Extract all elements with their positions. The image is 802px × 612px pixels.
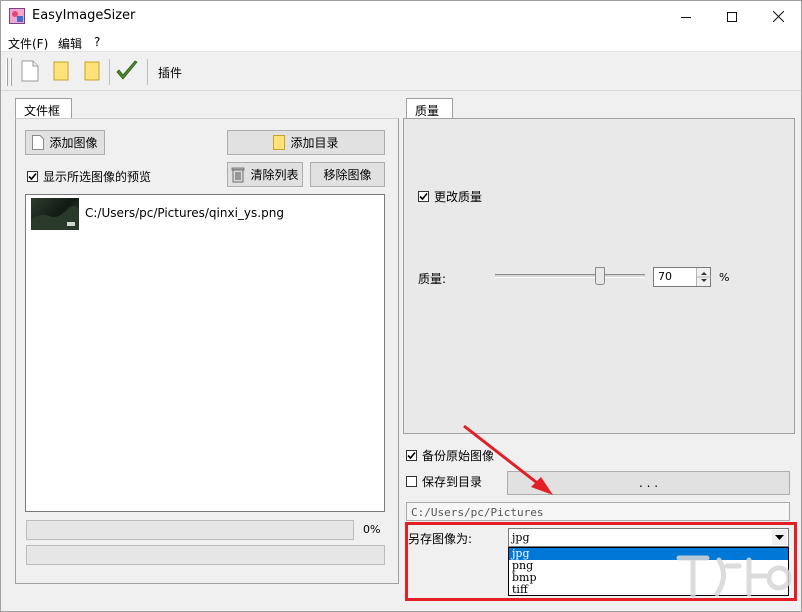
toolbar-separator-2 bbox=[147, 59, 148, 85]
backup-checkbox[interactable] bbox=[406, 450, 417, 461]
yellow-note-icon-2 bbox=[84, 61, 100, 81]
image-thumbnail bbox=[31, 198, 79, 230]
menu-edit[interactable]: 编辑 bbox=[58, 35, 82, 52]
yellow-note-icon bbox=[53, 61, 69, 81]
preview-checkbox-label: 显示所选图像的预览 bbox=[43, 170, 152, 184]
quality-unit: % bbox=[719, 271, 730, 284]
remove-image-button[interactable]: 移除图像 bbox=[310, 162, 385, 187]
watermark-logo bbox=[676, 555, 792, 599]
tab-quality-label: 质量 bbox=[415, 104, 440, 118]
new-file-icon bbox=[21, 60, 39, 82]
menu-file[interactable]: 文件(F) bbox=[8, 35, 48, 52]
minimize-icon bbox=[681, 16, 691, 18]
add-image-button[interactable]: 添加图像 bbox=[25, 130, 105, 155]
clear-list-label: 清除列表 bbox=[250, 168, 299, 182]
quality-label: 质量: bbox=[418, 272, 447, 286]
close-icon bbox=[772, 11, 784, 22]
minimize-button[interactable] bbox=[663, 1, 709, 32]
trash-icon bbox=[232, 167, 245, 182]
list-item[interactable]: C:/Users/pc/Pictures/qinxi_ys.png bbox=[26, 195, 384, 233]
directory-path-text: C:/Users/pc/Pictures bbox=[411, 506, 544, 519]
menu-help[interactable]: ? bbox=[94, 35, 100, 49]
toolbar-grip[interactable] bbox=[6, 58, 8, 86]
new-button[interactable] bbox=[17, 58, 43, 84]
quality-value[interactable]: 70 bbox=[658, 270, 672, 283]
toolbar: 插件 bbox=[1, 53, 801, 91]
run-button[interactable] bbox=[114, 58, 140, 84]
remove-image-label: 移除图像 bbox=[323, 168, 372, 182]
menu-bar: 文件(F) 编辑 ? bbox=[1, 32, 801, 52]
file-path: C:/Users/pc/Pictures/qinxi_ys.png bbox=[85, 206, 284, 220]
app-icon bbox=[9, 8, 25, 24]
add-directory-button[interactable]: 添加目录 bbox=[227, 130, 385, 155]
title-bar[interactable]: EasyImageSizer bbox=[1, 1, 801, 32]
file-icon bbox=[32, 135, 45, 150]
plugin-menu[interactable]: 插件 bbox=[158, 64, 182, 81]
checkmark-icon bbox=[407, 451, 416, 460]
quality-slider-thumb[interactable] bbox=[595, 267, 605, 285]
preview-checkbox-row[interactable]: 显示所选图像的预览 bbox=[27, 168, 151, 185]
open-image-button[interactable] bbox=[48, 58, 74, 84]
maximize-button[interactable] bbox=[709, 1, 755, 32]
clear-list-button[interactable]: 清除列表 bbox=[227, 162, 303, 187]
change-quality-row[interactable]: 更改质量 bbox=[418, 188, 482, 205]
tab-file-box[interactable]: 文件框 bbox=[15, 98, 72, 119]
toolbar-separator bbox=[109, 59, 110, 85]
add-image-label: 添加图像 bbox=[49, 136, 98, 150]
progress-bar bbox=[26, 520, 354, 540]
change-quality-label: 更改质量 bbox=[434, 190, 483, 204]
window-title: EasyImageSizer bbox=[32, 8, 136, 23]
green-check-icon bbox=[116, 60, 138, 80]
app-window: EasyImageSizer 文件(F) 编辑 ? 插件 文件框 添加图像 添加… bbox=[0, 0, 802, 612]
save-to-dir-checkbox[interactable] bbox=[406, 476, 417, 487]
checkmark-icon bbox=[28, 172, 37, 181]
progress-percent: 0% bbox=[363, 523, 381, 536]
maximize-icon bbox=[727, 11, 737, 22]
file-list[interactable]: C:/Users/pc/Pictures/qinxi_ys.png bbox=[25, 194, 385, 512]
toolbar-grip-2 bbox=[10, 58, 12, 86]
quality-spinbox[interactable]: 70 bbox=[653, 267, 711, 287]
yellow-folder-icon bbox=[273, 135, 286, 150]
directory-path-field[interactable]: C:/Users/pc/Pictures bbox=[406, 502, 790, 521]
close-button[interactable] bbox=[755, 1, 801, 32]
tab-quality[interactable]: 质量 bbox=[406, 98, 453, 119]
status-bar bbox=[26, 545, 385, 565]
change-quality-checkbox[interactable] bbox=[418, 191, 429, 202]
quality-slider-track[interactable] bbox=[495, 274, 645, 278]
spin-arrows-icon bbox=[697, 272, 711, 282]
quality-spin-buttons[interactable] bbox=[696, 268, 711, 286]
open-folder-button[interactable] bbox=[79, 58, 105, 84]
annotation-arrow-icon bbox=[463, 424, 553, 495]
checkmark-icon bbox=[419, 192, 428, 201]
tab-file-box-label: 文件框 bbox=[24, 104, 61, 118]
browse-label: . . . bbox=[638, 476, 659, 490]
add-directory-label: 添加目录 bbox=[290, 136, 339, 150]
preview-checkbox[interactable] bbox=[27, 171, 38, 182]
